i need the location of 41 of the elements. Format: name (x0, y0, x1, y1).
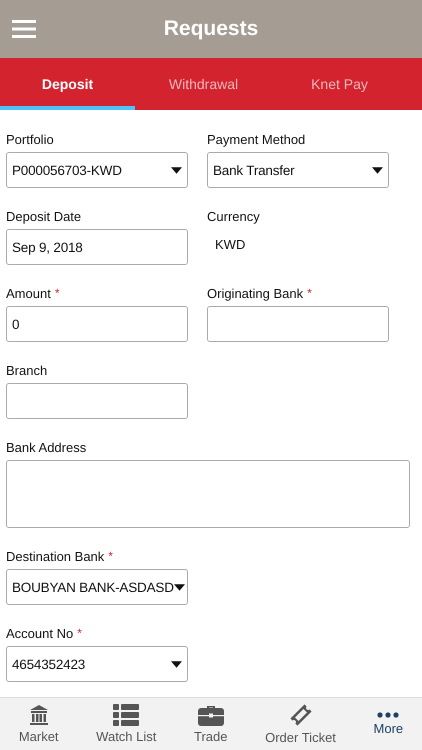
more-icon (377, 712, 400, 718)
field-label: Branch (6, 363, 48, 378)
field-label: Portfolio (6, 132, 54, 147)
required-mark: * (54, 286, 60, 300)
caret-icon (171, 660, 182, 668)
bank-icon (28, 704, 50, 726)
dropdown-field[interactable]: P000056703-KWD (6, 152, 188, 188)
field-label: Currency (207, 209, 260, 224)
briefcase-icon (198, 704, 224, 726)
tab-bar-item[interactable]: More (374, 712, 404, 736)
list-icon (113, 704, 140, 726)
tab-bar-item[interactable]: Market (18, 704, 59, 744)
tab-bar-item[interactable]: Trade (194, 704, 228, 744)
dropdown-field[interactable]: 4654352423 (6, 646, 188, 682)
tab[interactable]: Deposit (0, 58, 135, 110)
caret-icon (372, 166, 383, 174)
input-field[interactable]: 0 (6, 306, 188, 342)
field-label: Account No (6, 626, 74, 641)
required-mark: * (108, 549, 113, 563)
input-field[interactable]: Sep 9, 2018 (6, 229, 188, 265)
field-label: Payment Method (207, 132, 306, 147)
caret-icon (171, 166, 182, 174)
menu-icon[interactable] (12, 20, 36, 38)
field-label: Bank Address (6, 440, 86, 455)
field-label: Deposit Date (6, 209, 82, 224)
input-field[interactable] (6, 383, 188, 419)
caret-icon (174, 584, 185, 590)
input-field[interactable] (207, 306, 389, 342)
field-label: Originating Bank (207, 286, 304, 301)
text-area-field[interactable] (6, 460, 410, 528)
dropdown-field[interactable]: BOUBYAN BANK-ASDASD (6, 569, 188, 605)
tab-bar-item[interactable]: Watch List (96, 704, 156, 744)
tab-bar-item[interactable]: Order Ticket (265, 703, 336, 745)
required-mark: * (77, 626, 82, 640)
currency-value: KWD (214, 236, 246, 254)
required-mark: * (307, 286, 312, 300)
field-label: Destination Bank (6, 549, 104, 564)
page-title: Requests (164, 17, 258, 41)
ticket-icon (288, 703, 312, 727)
field-label: Amount (6, 286, 51, 301)
dropdown-field[interactable]: Bank Transfer (207, 152, 389, 188)
